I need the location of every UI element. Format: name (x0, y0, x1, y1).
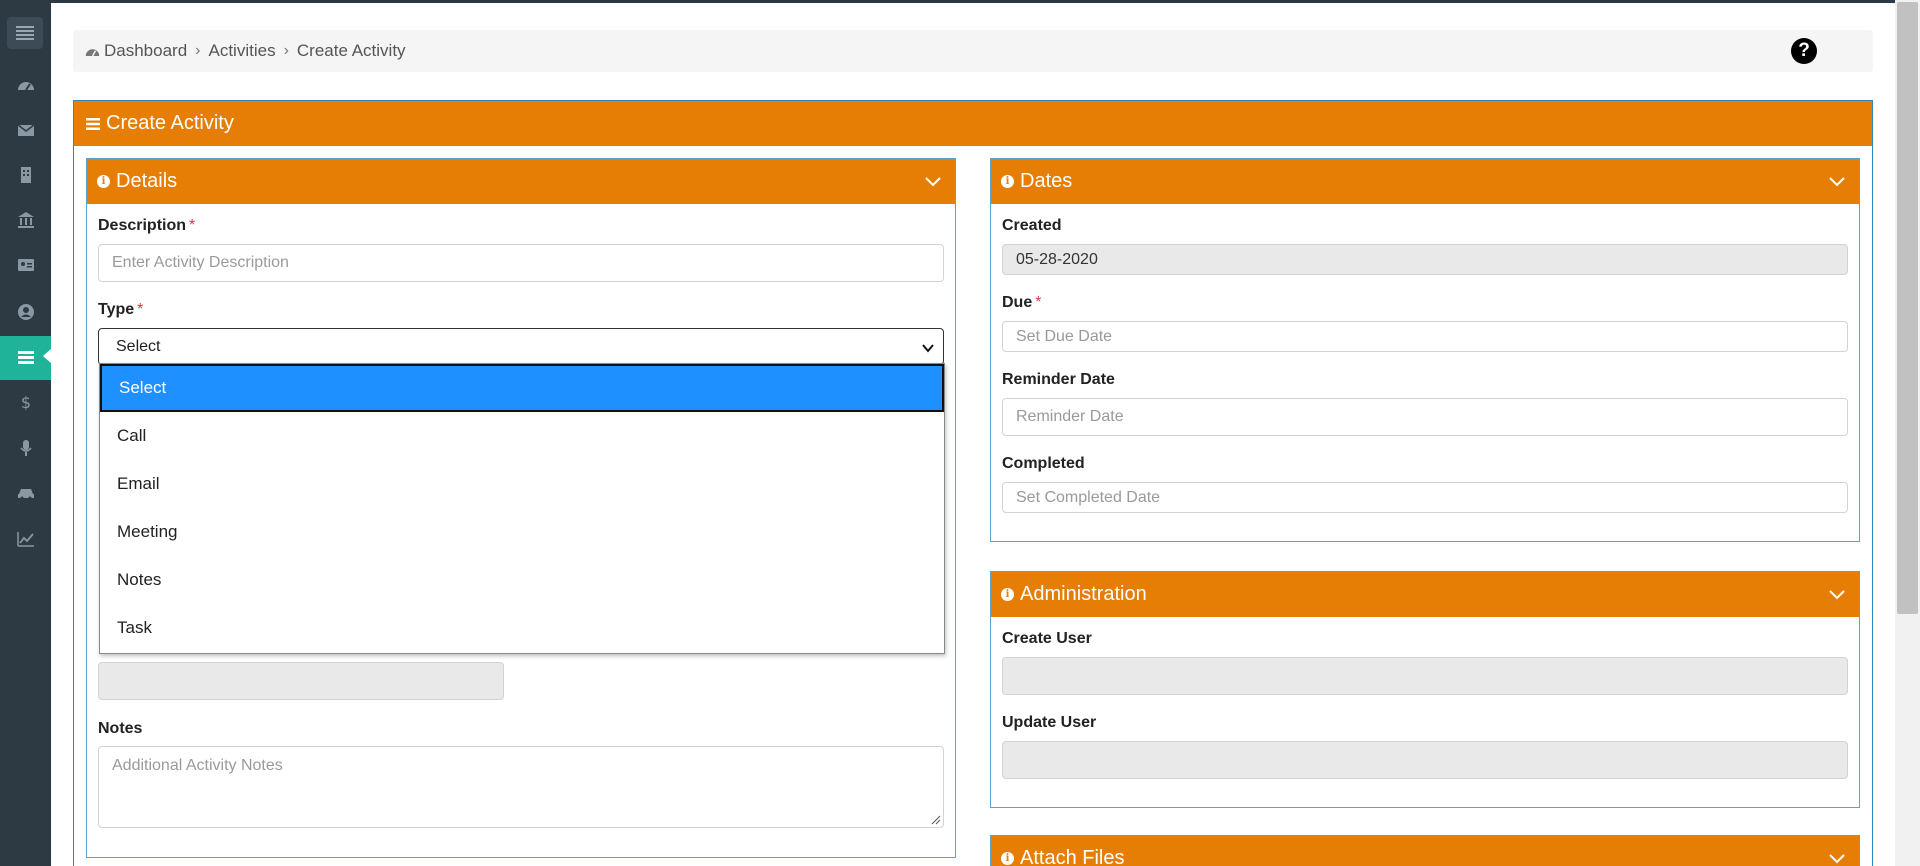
due-label: Due * (1002, 294, 1042, 311)
microphone-icon[interactable] (0, 428, 51, 468)
type-option-call[interactable]: Call (100, 412, 944, 460)
dashboard-icon (85, 48, 100, 56)
breadcrumb-label: Dashboard (104, 41, 188, 60)
breadcrumb-current: Create Activity (296, 41, 406, 60)
info-icon: i (1001, 175, 1014, 188)
reminder-label: Reminder Date (1002, 371, 1115, 388)
due-date-input[interactable]: Set Due Date (1002, 321, 1848, 352)
type-option-select[interactable]: Select (100, 364, 944, 412)
type-option-task[interactable]: Task (100, 604, 944, 652)
breadcrumb-activities[interactable]: Activities (209, 41, 276, 61)
type-label: Type * (98, 301, 144, 318)
notes-textarea[interactable]: Additional Activity Notes (98, 746, 944, 828)
created-label: Created (1002, 217, 1062, 234)
page-scrollbar-thumb[interactable] (1897, 2, 1918, 614)
top-border (0, 0, 1920, 3)
type-select-value: Select (116, 337, 161, 355)
create-user-label: Create User (1002, 630, 1092, 647)
description-label: Description * (98, 217, 196, 234)
attach-files-panel: i Attach Files (990, 835, 1860, 866)
chevron-down-icon[interactable] (1827, 584, 1847, 604)
notes-placeholder: Additional Activity Notes (112, 757, 283, 774)
administration-title: Administration (1020, 583, 1147, 605)
envelope-icon[interactable] (0, 110, 51, 150)
car-icon[interactable] (0, 473, 51, 513)
sidebar: $ (0, 0, 52, 866)
bank-icon[interactable] (0, 200, 51, 240)
details-panel-header[interactable]: i Details (87, 159, 955, 204)
completed-label: Completed (1002, 455, 1085, 472)
type-option-notes[interactable]: Notes (100, 556, 944, 604)
dates-panel-header[interactable]: i Dates (991, 159, 1859, 204)
type-select[interactable]: Select (98, 328, 944, 365)
svg-text:$: $ (20, 393, 30, 412)
breadcrumb: Dashboard › Activities › Create Activity… (73, 30, 1873, 72)
chevron-down-icon[interactable] (923, 171, 943, 191)
info-icon: i (1001, 852, 1014, 865)
update-user-field (1002, 741, 1848, 779)
type-dropdown-list: Select Call Email Meeting Notes Task (99, 363, 945, 654)
notes-label: Notes (98, 720, 143, 737)
chevron-down-icon[interactable] (1827, 848, 1847, 866)
create-user-field (1002, 657, 1848, 695)
type-option-meeting[interactable]: Meeting (100, 508, 944, 556)
type-option-email[interactable]: Email (100, 460, 944, 508)
building-icon[interactable] (0, 155, 51, 195)
attach-files-panel-header[interactable]: i Attach Files (991, 836, 1859, 866)
attach-files-title: Attach Files (1020, 847, 1125, 866)
breadcrumb-separator: › (283, 42, 289, 59)
breadcrumb-dashboard[interactable]: Dashboard (85, 41, 187, 61)
reminder-date-input[interactable]: Reminder Date (1002, 398, 1848, 436)
chevron-down-icon (922, 344, 934, 353)
card-header: Create Activity (74, 101, 1872, 146)
dashboard-icon[interactable] (0, 65, 51, 105)
info-icon: i (1001, 588, 1014, 601)
breadcrumb-separator: › (195, 42, 201, 59)
resize-grip-icon[interactable] (931, 815, 941, 825)
help-icon[interactable]: ? (1791, 38, 1817, 64)
id-card-icon[interactable] (0, 245, 51, 285)
completed-date-input[interactable]: Set Completed Date (1002, 482, 1848, 513)
dollar-icon[interactable]: $ (0, 382, 51, 422)
update-user-label: Update User (1002, 714, 1097, 731)
bars-icon (86, 117, 100, 130)
menu-icon[interactable] (7, 17, 43, 49)
chevron-down-icon[interactable] (1827, 171, 1847, 191)
activities-icon[interactable] (0, 336, 52, 380)
chart-line-icon[interactable] (0, 519, 51, 559)
details-title: Details (116, 170, 178, 192)
user-circle-icon[interactable] (0, 292, 51, 332)
info-icon: i (97, 175, 110, 188)
description-input[interactable]: Enter Activity Description (98, 244, 944, 282)
administration-panel-header[interactable]: i Administration (991, 572, 1859, 617)
created-field: 05-28-2020 (1002, 244, 1848, 275)
dates-title: Dates (1020, 170, 1073, 192)
details-readonly-field (98, 662, 504, 700)
page-title: Create Activity (106, 112, 234, 134)
